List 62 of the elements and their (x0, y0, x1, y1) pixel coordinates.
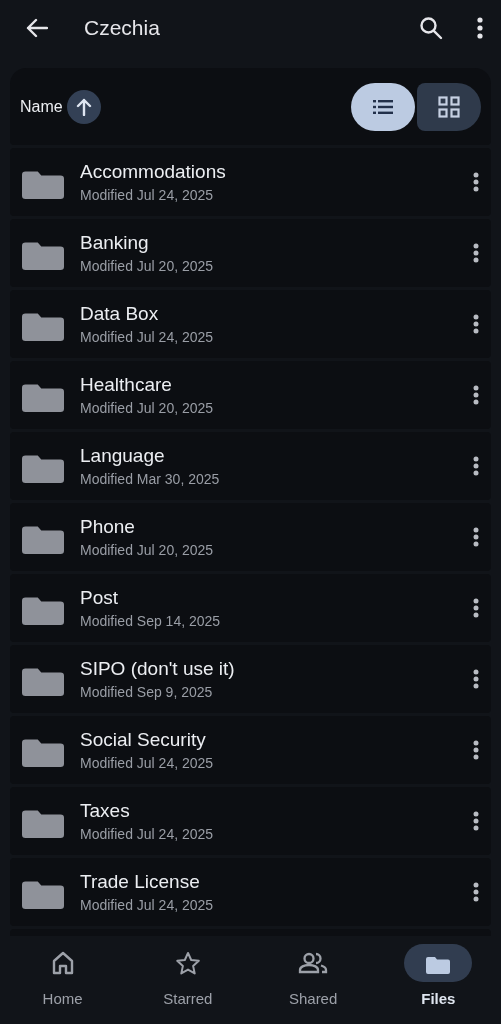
search-icon (419, 16, 443, 40)
more-icon (473, 243, 479, 263)
screen-title: Czechia (84, 16, 161, 40)
modified-date: Modified Jul 20, 2025 (80, 542, 215, 558)
modified-date: Modified Jul 24, 2025 (80, 826, 215, 842)
folder-row[interactable]: Social Security Modified Jul 24, 2025 (10, 716, 491, 784)
folder-row[interactable]: Post Modified Sep 14, 2025 (10, 574, 491, 642)
more-icon (473, 669, 479, 689)
more-icon (473, 172, 479, 192)
folder-name: Social Security (80, 729, 207, 751)
folder-row[interactable]: Accommodations Modified Jul 24, 2025 (10, 148, 491, 216)
folder-name: Healthcare (80, 374, 173, 396)
folder-name: Banking (80, 232, 150, 254)
back-arrow-icon (26, 18, 48, 38)
folder-name: Taxes (80, 800, 131, 822)
more-icon (477, 17, 483, 39)
folder-name: Data Box (80, 303, 160, 325)
sort-direction-button[interactable] (66, 89, 101, 124)
sort-label: Name (20, 97, 63, 116)
more-icon (473, 456, 479, 476)
folder-row[interactable]: Language Modified Mar 30, 2025 (10, 432, 491, 500)
more-icon (473, 385, 479, 405)
modified-date: Modified Jul 20, 2025 (80, 258, 215, 274)
list-view-button[interactable] (351, 82, 415, 131)
folder-row[interactable]: Banking Modified Jul 20, 2025 (10, 219, 491, 287)
people-icon (298, 952, 329, 974)
folder-name: Phone (80, 516, 136, 538)
folder-row[interactable]: Healthcare Modified Jul 20, 2025 (10, 361, 491, 429)
more-icon (473, 527, 479, 547)
modified-date: Modified Sep 9, 2025 (80, 684, 214, 700)
up-arrow-icon (75, 97, 92, 116)
modified-date: Modified Mar 30, 2025 (80, 471, 221, 487)
folder-row[interactable]: Taxes Modified Jul 24, 2025 (10, 787, 491, 855)
modified-date: Modified Jul 20, 2025 (80, 400, 215, 416)
modified-date: Modified Jul 24, 2025 (80, 187, 215, 203)
nav-tab[interactable]: Shared (250, 936, 376, 1024)
home-icon (51, 951, 74, 975)
more-icon (473, 882, 479, 902)
more-icon (473, 811, 479, 831)
folder-row[interactable]: Data Box Modified Jul 24, 2025 (10, 290, 491, 358)
modified-date: Modified Jul 24, 2025 (80, 897, 215, 913)
nav-tab[interactable]: Files (375, 936, 501, 1024)
more-icon (473, 598, 479, 618)
folder-name: Language (80, 445, 166, 467)
folder-name: Accommodations (80, 161, 227, 183)
modified-date: Modified Jul 24, 2025 (80, 755, 215, 771)
modified-date: Modified Jul 24, 2025 (80, 329, 215, 345)
star-icon (174, 950, 201, 976)
modified-date: Modified Sep 14, 2025 (80, 613, 222, 629)
more-icon (473, 740, 479, 760)
grid-icon (438, 95, 460, 118)
folder-name: Post (80, 587, 120, 609)
list-icon (373, 99, 393, 114)
folder-row[interactable]: Trade License Modified Jul 24, 2025 (10, 858, 491, 926)
more-icon (473, 314, 479, 334)
folder-row[interactable]: SIPO (don't use it) Modified Sep 9, 2025 (10, 645, 491, 713)
folder-row[interactable]: Phone Modified Jul 20, 2025 (10, 503, 491, 571)
folder-name: Trade License (80, 871, 201, 893)
nav-tab[interactable]: Home (0, 936, 126, 1024)
folder-name: SIPO (don't use it) (80, 658, 236, 680)
grid-view-button[interactable] (417, 82, 481, 131)
nav-tab[interactable]: Starred (125, 936, 251, 1024)
